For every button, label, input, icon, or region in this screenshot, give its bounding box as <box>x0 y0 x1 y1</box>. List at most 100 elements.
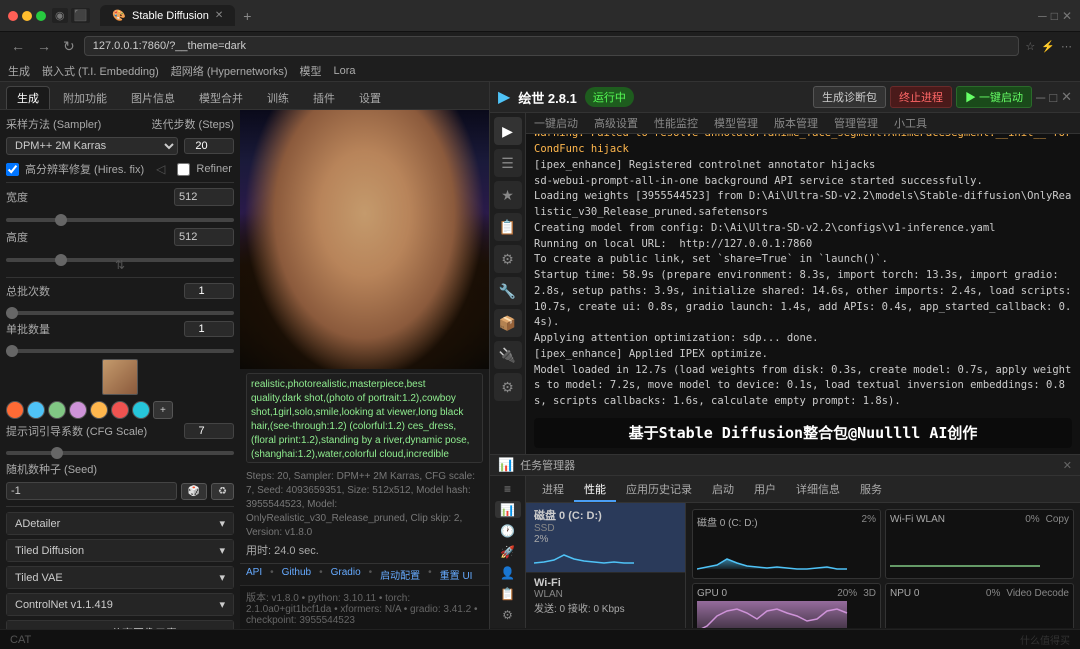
tm-icon-3[interactable]: 🕐 <box>495 522 521 539</box>
sidebar-icon-menu[interactable]: ☰ <box>494 149 522 177</box>
maximize-window-button[interactable] <box>36 11 46 21</box>
tm-tab-services[interactable]: 服务 <box>850 478 892 502</box>
refiner-checkbox[interactable] <box>177 163 190 176</box>
segment-header[interactable]: Segment Anything (分离图像元素) ▾ <box>7 621 233 629</box>
batch-count-input[interactable] <box>184 283 234 299</box>
cfg-slider[interactable] <box>6 451 234 455</box>
steps-input[interactable] <box>184 138 234 154</box>
tm-tab-users[interactable]: 用户 <box>744 478 786 502</box>
api-link-gradio[interactable]: Gradio <box>331 567 361 582</box>
batch-size-input[interactable] <box>184 321 234 337</box>
api-link-github[interactable]: Github <box>282 567 311 582</box>
menu-models[interactable]: 模型 <box>300 63 322 79</box>
batch-size-slider[interactable] <box>6 349 234 353</box>
tm-tab-startup[interactable]: 启动 <box>702 478 744 502</box>
menu-lora[interactable]: Lora <box>334 65 356 77</box>
color-dot-blue[interactable] <box>27 401 45 419</box>
nav-onetime[interactable]: 一键启动 <box>534 115 578 131</box>
tm-tab-details[interactable]: 详细信息 <box>786 478 850 502</box>
sidebar-icon-settings[interactable]: ⚙ <box>494 245 522 273</box>
color-dot-green[interactable] <box>48 401 66 419</box>
tab-plugins[interactable]: 插件 <box>302 86 346 109</box>
seed-input[interactable] <box>6 482 177 500</box>
sidebar-icon-config[interactable]: ⚙ <box>494 373 522 401</box>
tab-extras[interactable]: 附加功能 <box>52 86 118 109</box>
tiled-vae-header[interactable]: Tiled VAE ▾ <box>7 567 233 588</box>
nav-tools-2[interactable]: 小工具 <box>894 115 927 131</box>
tab-merge[interactable]: 模型合并 <box>188 86 254 109</box>
prompt-textbox[interactable]: realistic,photorealistic,masterpiece,bes… <box>246 373 483 463</box>
cfg-input[interactable] <box>184 423 234 439</box>
sidebar-icon-log[interactable]: 📋 <box>494 213 522 241</box>
task-manager-close[interactable]: ✕ <box>1063 459 1072 472</box>
nav-versionmgmt[interactable]: 版本管理 <box>774 115 818 131</box>
perf-item-wifi[interactable]: Wi-Fi WLAN 发送: 0 接收: 0 Kbps <box>526 573 685 628</box>
hires-checkbox[interactable] <box>6 163 19 176</box>
sidebar-icon-tools[interactable]: 🔧 <box>494 277 522 305</box>
tm-tab-processes[interactable]: 进程 <box>532 478 574 502</box>
color-dot-purple[interactable] <box>69 401 87 419</box>
tm-icon-6[interactable]: 📋 <box>495 586 521 603</box>
add-color-button[interactable]: + <box>153 401 173 419</box>
tiled-diffusion-header[interactable]: Tiled Diffusion ▾ <box>7 540 233 561</box>
height-input[interactable] <box>174 228 234 246</box>
diagnose-button[interactable]: 生成诊断包 <box>813 86 886 108</box>
color-dot-orange[interactable] <box>6 401 24 419</box>
new-tab-button[interactable]: + <box>237 6 257 26</box>
adetailer-header[interactable]: ADetailer ▾ <box>7 513 233 534</box>
tm-icon-1[interactable]: ≡ <box>495 480 521 497</box>
tm-icon-5[interactable]: 👤 <box>495 565 521 582</box>
forward-button[interactable]: → <box>34 38 54 54</box>
window-minimize-icon[interactable]: ─ <box>1038 9 1047 23</box>
back-button[interactable]: ← <box>8 38 28 54</box>
tm-icon-2[interactable]: 📊 <box>495 501 521 518</box>
browser-menu-icon[interactable]: ⋯ <box>1061 40 1072 53</box>
width-slider[interactable] <box>6 218 234 222</box>
seed-random-button[interactable]: 🎲 <box>181 483 207 500</box>
perf-item-disk[interactable]: 磁盘 0 (C: D:) SSD 2% <box>526 503 685 573</box>
window-maximize-icon[interactable]: □ <box>1051 9 1058 23</box>
console-output[interactable]: Use --skip-version-check commandline arg… <box>526 134 1080 454</box>
tm-icon-4[interactable]: 🚀 <box>495 543 521 560</box>
refresh-button[interactable]: ↻ <box>60 38 78 55</box>
close-window-button[interactable] <box>8 11 18 21</box>
terminate-button[interactable]: 终止进程 <box>890 86 952 108</box>
sidebar-icon-star[interactable]: ★ <box>494 181 522 209</box>
tm-tab-history[interactable]: 应用历史记录 <box>616 478 702 502</box>
sidebar-icon-play[interactable]: ▶ <box>494 117 522 145</box>
tab-imginfo[interactable]: 图片信息 <box>120 86 186 109</box>
browser-tab-sd[interactable]: 🎨 Stable Diffusion ✕ <box>100 5 235 26</box>
launcher-maximize-icon[interactable]: □ <box>1049 90 1057 105</box>
api-link-resetui[interactable]: 重置 UI <box>440 567 473 582</box>
controlnet-header[interactable]: ControlNet v1.1.419 ▾ <box>7 594 233 615</box>
width-input[interactable] <box>174 188 234 206</box>
launcher-close-icon[interactable]: ✕ <box>1061 89 1072 105</box>
extensions-icon[interactable]: ⚡ <box>1041 40 1055 53</box>
color-dot-cyan[interactable] <box>132 401 150 419</box>
api-link-config[interactable]: 启动配置 <box>380 567 420 582</box>
nav-perfmonitor[interactable]: 性能监控 <box>654 115 698 131</box>
bookmark-icon[interactable]: ☆ <box>1025 40 1035 53</box>
tm-tab-perf[interactable]: 性能 <box>574 478 616 502</box>
tab-close-icon[interactable]: ✕ <box>215 10 223 21</box>
system-icon-1[interactable]: ◉ <box>52 8 68 23</box>
menu-generate[interactable]: 生成 <box>8 63 30 79</box>
nav-toolmgmt[interactable]: 管理管理 <box>834 115 878 131</box>
tm-icon-7[interactable]: ⚙ <box>495 607 521 624</box>
sidebar-icon-plugins[interactable]: 🔌 <box>494 341 522 369</box>
api-link-api[interactable]: API <box>246 567 262 582</box>
preview-thumbnail[interactable] <box>102 359 138 395</box>
tab-generate[interactable]: 生成 <box>6 86 50 109</box>
nav-advconfig[interactable]: 高级设置 <box>594 115 638 131</box>
menu-embedding[interactable]: 嵌入式 (T.I. Embedding) <box>42 63 159 79</box>
menu-hypernetworks[interactable]: 超网络 (Hypernetworks) <box>171 63 288 79</box>
tab-train[interactable]: 训练 <box>256 86 300 109</box>
batch-count-slider[interactable] <box>6 311 234 315</box>
launcher-minimize-icon[interactable]: ─ <box>1036 90 1045 105</box>
system-icon-2[interactable]: ⬛ <box>71 8 91 23</box>
start-button[interactable]: ▶ 一键启动 <box>956 86 1032 108</box>
nav-modelmanage[interactable]: 模型管理 <box>714 115 758 131</box>
color-dot-yellow[interactable] <box>90 401 108 419</box>
minimize-window-button[interactable] <box>22 11 32 21</box>
sidebar-icon-pkg[interactable]: 📦 <box>494 309 522 337</box>
